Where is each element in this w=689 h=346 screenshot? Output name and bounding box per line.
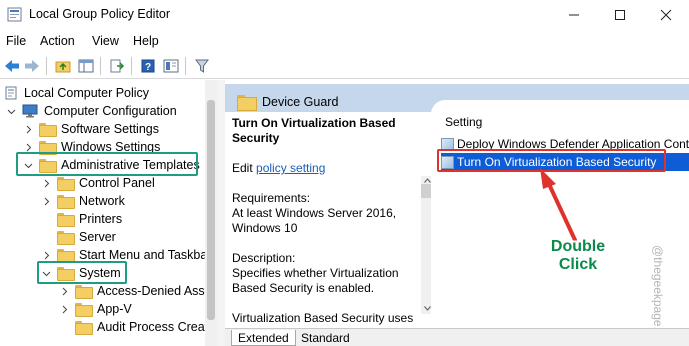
annotation-label: Double Click [548, 238, 608, 274]
tab-standard[interactable]: Standard [295, 330, 356, 346]
annotation-line-1: Double [550, 238, 606, 255]
tab-extended[interactable]: Extended [231, 330, 296, 346]
view-tabs: Extended Standard [225, 328, 689, 346]
annotation-arrow-icon [540, 168, 577, 242]
annotation-line-2: Click [558, 256, 598, 273]
